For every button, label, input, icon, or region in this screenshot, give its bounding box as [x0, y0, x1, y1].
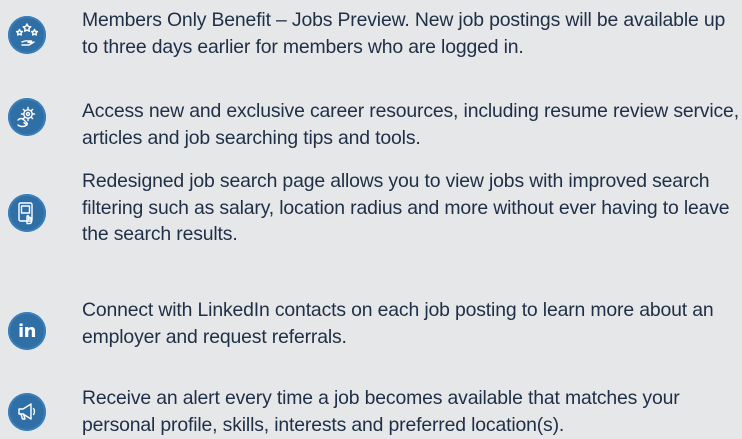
benefit-text: Receive an alert every time a job become…	[82, 387, 680, 436]
benefits-list: Members Only Benefit – Jobs Preview. New…	[0, 0, 742, 439]
benefit-text: Redesigned job search page allows you to…	[82, 170, 730, 245]
benefit-text: Connect with LinkedIn contacts on each j…	[82, 299, 714, 348]
linkedin-logo-text: in	[18, 320, 36, 342]
megaphone-icon	[8, 393, 46, 431]
gear-hand-icon	[8, 98, 46, 136]
stars-hand-icon	[8, 16, 46, 54]
benefit-text: Access new and exclusive career resource…	[82, 100, 739, 149]
benefit-text: Members Only Benefit – Jobs Preview. New…	[82, 9, 726, 58]
tablet-touch-icon	[8, 194, 46, 232]
linkedin-icon: in	[8, 312, 46, 350]
